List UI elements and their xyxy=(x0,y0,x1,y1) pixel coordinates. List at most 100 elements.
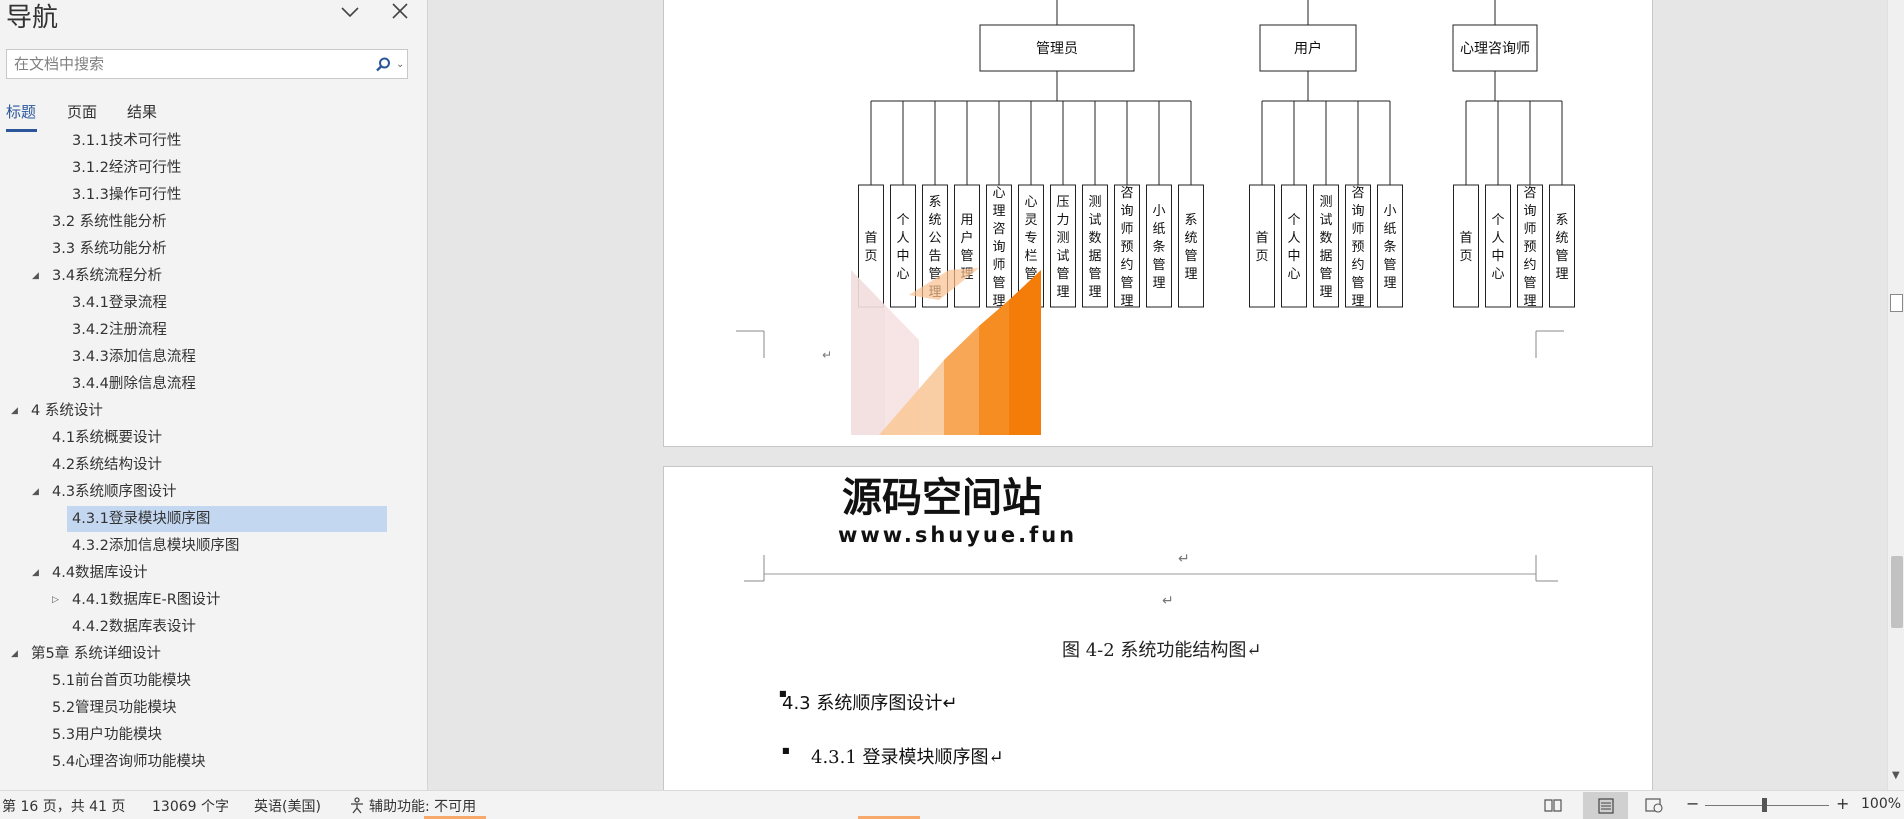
heading-outline: 3.1.1技术可行性 3.1.2经济可行性 3.1.3操作可行性 3.2 系统性能分析… xyxy=(0,132,410,772)
zoom-out-button[interactable]: − xyxy=(1686,794,1699,813)
subsection-heading-text: 4.3.1 登录模块顺序图↵ xyxy=(811,747,1004,768)
module-box xyxy=(1178,184,1204,308)
status-bar: 第 16 页，共 41 页 13069 个字 英语(美国) 辅助功能: 不可用 … xyxy=(0,790,1904,819)
expand-triangle-icon[interactable]: ◢ xyxy=(32,487,39,497)
module-label: 咨询师预约管理 xyxy=(1523,186,1536,309)
outline-item-label: 4.1系统概要设计 xyxy=(52,430,163,446)
word-count[interactable]: 13069 个字 xyxy=(152,796,229,816)
zoom-slider-thumb[interactable] xyxy=(1762,798,1767,812)
zoom-in-button[interactable]: + xyxy=(1836,794,1849,813)
outline-item[interactable]: ◢ 4.4数据库设计 xyxy=(0,560,400,586)
expand-triangle-icon[interactable]: ◢ xyxy=(11,649,18,659)
watermark-logo xyxy=(851,268,1041,435)
outline-item-label: 3.1.3操作可行性 xyxy=(72,187,182,203)
search-icon[interactable] xyxy=(374,56,392,74)
outline-item-label: 4 系统设计 xyxy=(31,403,103,419)
module-label: 小纸条管理 xyxy=(1383,204,1396,291)
outline-item[interactable]: ▷ 4.4.1数据库E-R图设计 xyxy=(0,587,400,613)
scroll-down-arrow-icon[interactable]: ▼ xyxy=(1892,770,1900,781)
outline-item[interactable]: 3.2 系统性能分析 xyxy=(0,209,400,235)
language-indicator[interactable]: 英语(美国) xyxy=(254,796,321,816)
outline-item[interactable]: ◢ 4 系统设计 xyxy=(0,398,400,424)
outline-item[interactable]: 3.1.3操作可行性 xyxy=(0,182,400,208)
outline-item[interactable]: ◢ 4.3系统顺序图设计 xyxy=(0,479,400,505)
navigation-pane: 导航 ⌄ 标题 页面 结果 3.1.1技术可行性 3.1.2经济可行性 3.1.3操… xyxy=(0,0,428,790)
tab-results[interactable]: 结果 xyxy=(127,101,157,122)
outline-item[interactable]: 3.1.2经济可行性 xyxy=(0,155,400,181)
outline-item-label: 4.4.2数据库表设计 xyxy=(72,619,196,635)
document-page: 源码空间站 www.shuyue.fun ↵ ↵ 图 4-2 系统功能结构图↵ … xyxy=(663,466,1653,790)
outline-item[interactable]: 3.3 系统功能分析 xyxy=(0,236,400,262)
role-label: 管理员 xyxy=(1036,41,1078,57)
outline-item-selected[interactable]: 4.3.1登录模块顺序图 xyxy=(67,506,387,532)
close-icon[interactable] xyxy=(388,0,412,23)
document-page: 管理员首页个人中心系统公告管理用户管理心理咨询师管理心灵专栏管理压力测试管理测试… xyxy=(663,0,1653,447)
figure-caption: 图 4-2 系统功能结构图↵ xyxy=(1062,640,1262,661)
print-layout-view-button[interactable] xyxy=(1583,792,1628,819)
read-mode-icon[interactable] xyxy=(1543,796,1563,814)
accessibility-icon[interactable] xyxy=(348,796,368,814)
outline-item[interactable]: 3.4.4删除信息流程 xyxy=(0,371,400,397)
outline-item[interactable]: 5.3用户功能模块 xyxy=(0,722,400,748)
header-return-mark: ↵ xyxy=(1178,551,1190,567)
watermark-title: 源码空间站 xyxy=(842,475,1042,521)
outline-item[interactable]: 4.3.2添加信息模块顺序图 xyxy=(0,533,400,559)
outline-item[interactable]: 3.4.2注册流程 xyxy=(0,317,400,343)
function-structure-diagram: 管理员首页个人中心系统公告管理用户管理心理咨询师管理心灵专栏管理压力测试管理测试… xyxy=(736,0,1575,362)
web-layout-icon[interactable] xyxy=(1644,796,1664,814)
tab-headings[interactable]: 标题 xyxy=(6,101,36,122)
outline-item[interactable]: ◢ 第5章 系统详细设计 xyxy=(0,641,400,667)
module-box xyxy=(1485,184,1511,308)
watermark-url: www.shuyue.fun xyxy=(838,523,1078,547)
outline-item-label: 3.4.1登录流程 xyxy=(72,295,167,311)
outline-item[interactable]: 4.1系统概要设计 xyxy=(0,425,400,451)
search-options-caret-icon[interactable]: ⌄ xyxy=(396,59,404,70)
outline-item[interactable]: 3.4.1登录流程 xyxy=(0,290,400,316)
paragraph-return-mark: ↵ xyxy=(822,348,832,362)
module-label: 小纸条管理 xyxy=(1152,204,1165,291)
outline-item-label: 4.3.2添加信息模块顺序图 xyxy=(72,538,240,554)
outline-item-label: 3.4系统流程分析 xyxy=(52,268,163,284)
expand-triangle-icon[interactable]: ◢ xyxy=(11,406,18,416)
zoom-slider[interactable] xyxy=(1705,805,1829,806)
outline-item-label: 4.4.1数据库E-R图设计 xyxy=(72,592,221,608)
expand-triangle-icon[interactable]: ◢ xyxy=(32,271,39,281)
scroll-thumb[interactable] xyxy=(1891,556,1903,628)
outline-item-label: 4.4数据库设计 xyxy=(52,565,148,581)
tab-pages[interactable]: 页面 xyxy=(67,101,97,122)
document-area[interactable]: 管理员首页个人中心系统公告管理用户管理心理咨询师管理心灵专栏管理压力测试管理测试… xyxy=(429,0,1887,790)
outline-item[interactable]: 5.2管理员功能模块 xyxy=(0,695,400,721)
section-heading-text: 4.3 系统顺序图设计↵ xyxy=(782,693,958,714)
outline-item-label: 3.2 系统性能分析 xyxy=(52,214,167,230)
outline-item[interactable]: 4.2系统结构设计 xyxy=(0,452,400,478)
outline-item[interactable]: 4.4.2数据库表设计 xyxy=(0,614,400,640)
outline-item[interactable]: 3.1.1技术可行性 xyxy=(0,132,400,154)
vertical-scrollbar[interactable]: ▼ xyxy=(1887,0,1904,790)
outline-item-label: 第5章 系统详细设计 xyxy=(31,646,161,662)
role-label: 用户 xyxy=(1294,40,1322,57)
module-box xyxy=(1281,184,1307,308)
outline-item[interactable]: 3.4.3添加信息流程 xyxy=(0,344,400,370)
collapse-triangle-icon[interactable]: ▷ xyxy=(52,595,59,605)
expand-triangle-icon[interactable]: ◢ xyxy=(32,568,39,578)
scroll-page-marker xyxy=(1890,294,1903,312)
search-input[interactable] xyxy=(14,55,354,73)
outline-item[interactable]: 5.1前台首页功能模块 xyxy=(0,668,400,694)
outline-item[interactable]: ◢ 3.4系统流程分析 xyxy=(0,263,400,289)
page-count[interactable]: 第 16 页，共 41 页 xyxy=(2,796,125,816)
role-label: 心理咨询师 xyxy=(1460,41,1530,57)
print-layout-icon xyxy=(1598,798,1614,814)
module-label: 咨询师预约管理 xyxy=(1120,186,1133,309)
outline-item-label: 3.1.1技术可行性 xyxy=(72,133,182,149)
accessibility-status[interactable]: 辅助功能: 不可用 xyxy=(369,796,476,816)
zoom-level[interactable]: 100% xyxy=(1861,796,1901,812)
outline-item-label: 3.4.2注册流程 xyxy=(72,322,167,338)
module-label: 咨询师预约管理 xyxy=(1351,186,1364,309)
outline-item-label: 5.2管理员功能模块 xyxy=(52,700,177,716)
module-box xyxy=(1549,184,1575,308)
search-box[interactable]: ⌄ xyxy=(6,49,408,79)
outline-item[interactable]: 5.4心理咨询师功能模块 xyxy=(0,749,400,772)
outline-item-label: 5.1前台首页功能模块 xyxy=(52,673,192,689)
chevron-down-icon[interactable] xyxy=(338,0,362,24)
page-header-area xyxy=(744,555,1558,582)
